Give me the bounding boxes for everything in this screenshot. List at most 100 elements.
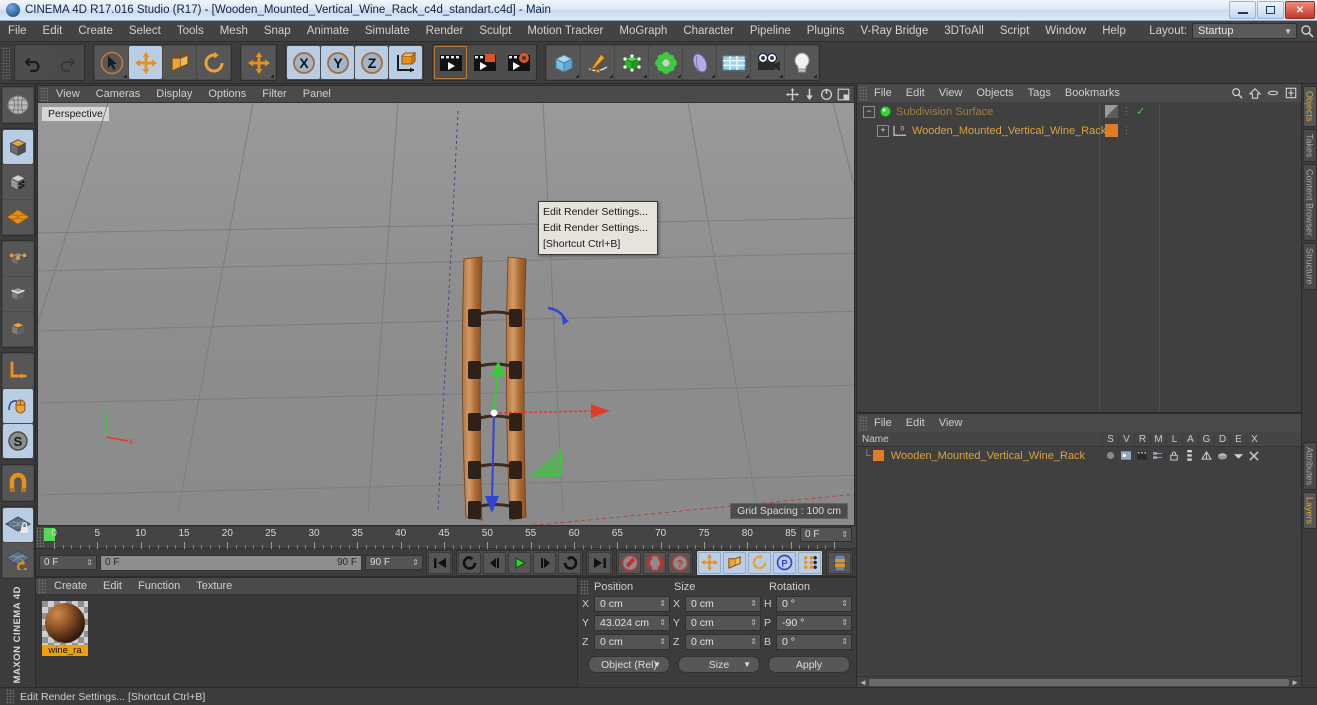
workplane-lock-button[interactable] (2, 508, 33, 542)
pan-icon[interactable] (786, 87, 799, 101)
checker-tag-icon[interactable] (1105, 105, 1118, 118)
object-menu-bookmarks[interactable]: Bookmarks (1058, 84, 1127, 102)
menu-simulate[interactable]: Simulate (357, 21, 418, 42)
play-button[interactable] (508, 551, 531, 574)
rotation-field-p[interactable]: -90 ° ⇕ (776, 615, 852, 631)
menu-mograph[interactable]: MoGraph (611, 21, 675, 42)
minimize-panel-icon[interactable] (1267, 87, 1279, 99)
vertical-tab-structure[interactable]: Structure (1302, 243, 1317, 290)
layer-horizontal-scrollbar[interactable]: ◄ ► (857, 676, 1301, 687)
object-menu-view[interactable]: View (932, 84, 970, 102)
position-field-y[interactable]: 43.024 cm ⇕ (594, 615, 670, 631)
home-icon[interactable] (1249, 87, 1261, 99)
material-menu-grip[interactable] (38, 578, 46, 594)
step-forward-button[interactable] (533, 551, 556, 574)
move-axis-button[interactable] (242, 46, 275, 79)
viewport-3d[interactable]: Perspective Y X Edit Render Settings... … (38, 103, 854, 525)
size-field-y[interactable]: 0 cm ⇕ (685, 615, 761, 631)
minimize-button[interactable] (1229, 1, 1256, 19)
workplane-rotate-button[interactable] (2, 543, 33, 577)
play-reverse-loop-button[interactable] (458, 551, 481, 574)
spinner-icon[interactable]: ⇕ (750, 619, 757, 627)
viewport-menu-filter[interactable]: Filter (254, 86, 294, 103)
xpresso-flag-icon[interactable] (1246, 450, 1262, 461)
layer-menu-file[interactable]: File (867, 414, 899, 432)
lock-flag-icon[interactable] (1166, 450, 1182, 461)
menu-help[interactable]: Help (1094, 21, 1134, 42)
step-back-button[interactable] (483, 551, 506, 574)
world-object-coordinates-button[interactable] (389, 46, 422, 79)
model-mode-button[interactable] (2, 130, 33, 164)
spinner-icon[interactable]: ⇕ (841, 600, 848, 608)
toolbar-grip[interactable] (2, 46, 10, 79)
size-field-x[interactable]: 0 cm ⇕ (685, 596, 761, 612)
menu-pipeline[interactable]: Pipeline (742, 21, 799, 42)
object-tree[interactable]: − Subdivision Surface ⋮ ✓ + 0 Wooden_Mou… (857, 102, 1301, 412)
keyframe-selection-button[interactable]: ? (668, 551, 691, 574)
material-tag-icon[interactable] (1105, 124, 1118, 137)
param-key-button[interactable] (798, 551, 821, 574)
undo-button[interactable] (16, 46, 49, 79)
layer-list[interactable]: └ Wooden_Mounted_Vertical_Wine_Rack (857, 447, 1301, 676)
layer-menu-view[interactable]: View (932, 414, 970, 432)
animation-flag-icon[interactable] (1182, 450, 1198, 461)
workplane-mode-button[interactable] (2, 200, 33, 234)
redo-button[interactable] (50, 46, 83, 79)
layer-menu-edit[interactable]: Edit (899, 414, 932, 432)
solo-flag-icon[interactable] (1102, 450, 1118, 461)
add-camera-button[interactable] (751, 46, 784, 79)
search-icon[interactable] (1300, 24, 1314, 38)
coordinate-mode-dropdown[interactable]: Object (Rel) ▼ (588, 656, 670, 673)
menu-snap[interactable]: Snap (256, 21, 299, 42)
object-menu-file[interactable]: File (867, 84, 899, 102)
deformer-flag-icon[interactable] (1214, 450, 1230, 461)
preview-range-slider[interactable]: 0 F 90 F (100, 554, 362, 571)
object-row-subdivision-surface[interactable]: − Subdivision Surface ⋮ ✓ (857, 102, 1301, 121)
timeline-grip[interactable] (36, 527, 44, 547)
size-mode-dropdown[interactable]: Size ▼ (678, 656, 760, 673)
current-frame-field[interactable]: 0 F ⇕ (800, 527, 852, 542)
rotation-field-b[interactable]: 0 ° ⇕ (776, 634, 852, 650)
coordinate-grip[interactable] (580, 579, 588, 595)
zoom-icon[interactable] (803, 88, 816, 101)
menu-plugins[interactable]: Plugins (799, 21, 853, 42)
add-generator-button[interactable] (615, 46, 648, 79)
rotate-tool-button[interactable] (197, 46, 230, 79)
spinner-icon[interactable]: ⇕ (659, 600, 666, 608)
visible-flag-icon[interactable] (1118, 450, 1134, 461)
layout-dropdown[interactable]: Startup ▼ (1192, 23, 1297, 39)
vertical-tab-content-browser[interactable]: Content Browser (1302, 164, 1317, 242)
enable-axis-button[interactable] (2, 354, 33, 388)
spinner-icon[interactable]: ⇕ (750, 600, 757, 608)
timeline-track[interactable]: 051015202530354045505560657075808590 (44, 527, 840, 549)
record-active-objects-button[interactable] (618, 551, 641, 574)
timeline-ruler[interactable]: 051015202530354045505560657075808590 0 F… (36, 527, 856, 549)
position-field-x[interactable]: 0 cm ⇕ (594, 596, 670, 612)
object-row-wine-rack[interactable]: + 0 Wooden_Mounted_Vertical_Wine_Rack ⋮ (857, 121, 1301, 140)
brown-sphere-preview[interactable] (42, 601, 88, 645)
layer-menu-grip[interactable] (859, 415, 867, 431)
viewport-menu-view[interactable]: View (48, 86, 88, 103)
manager-flag-icon[interactable] (1150, 450, 1166, 461)
viewport-menu-grip[interactable] (40, 86, 48, 102)
points-mode-button[interactable] (2, 242, 33, 276)
position-key-button[interactable] (698, 551, 721, 574)
animation-layer-button[interactable] (828, 551, 851, 574)
add-deformer-button[interactable] (649, 46, 682, 79)
menu-render[interactable]: Render (418, 21, 472, 42)
end-frame-field[interactable]: 90 F ⇕ (365, 555, 423, 570)
move-tool-button[interactable] (129, 46, 162, 79)
menu-sculpt[interactable]: Sculpt (471, 21, 519, 42)
soft-selection-button[interactable]: S (2, 424, 33, 458)
maximize-viewport-icon[interactable] (837, 88, 850, 101)
object-menu-objects[interactable]: Objects (969, 84, 1020, 102)
viewport-menu-display[interactable]: Display (148, 86, 200, 103)
viewport-solo-button[interactable] (2, 389, 33, 423)
scale-key-button[interactable] (723, 551, 746, 574)
layer-color-swatch[interactable] (872, 450, 884, 461)
spinner-icon[interactable]: ⇕ (86, 558, 93, 567)
vertical-tab-layers[interactable]: Layers (1302, 491, 1317, 529)
material-item[interactable]: wine_ra (42, 601, 88, 656)
close-button[interactable]: ✕ (1285, 1, 1315, 19)
object-menu-grip[interactable] (859, 85, 867, 101)
